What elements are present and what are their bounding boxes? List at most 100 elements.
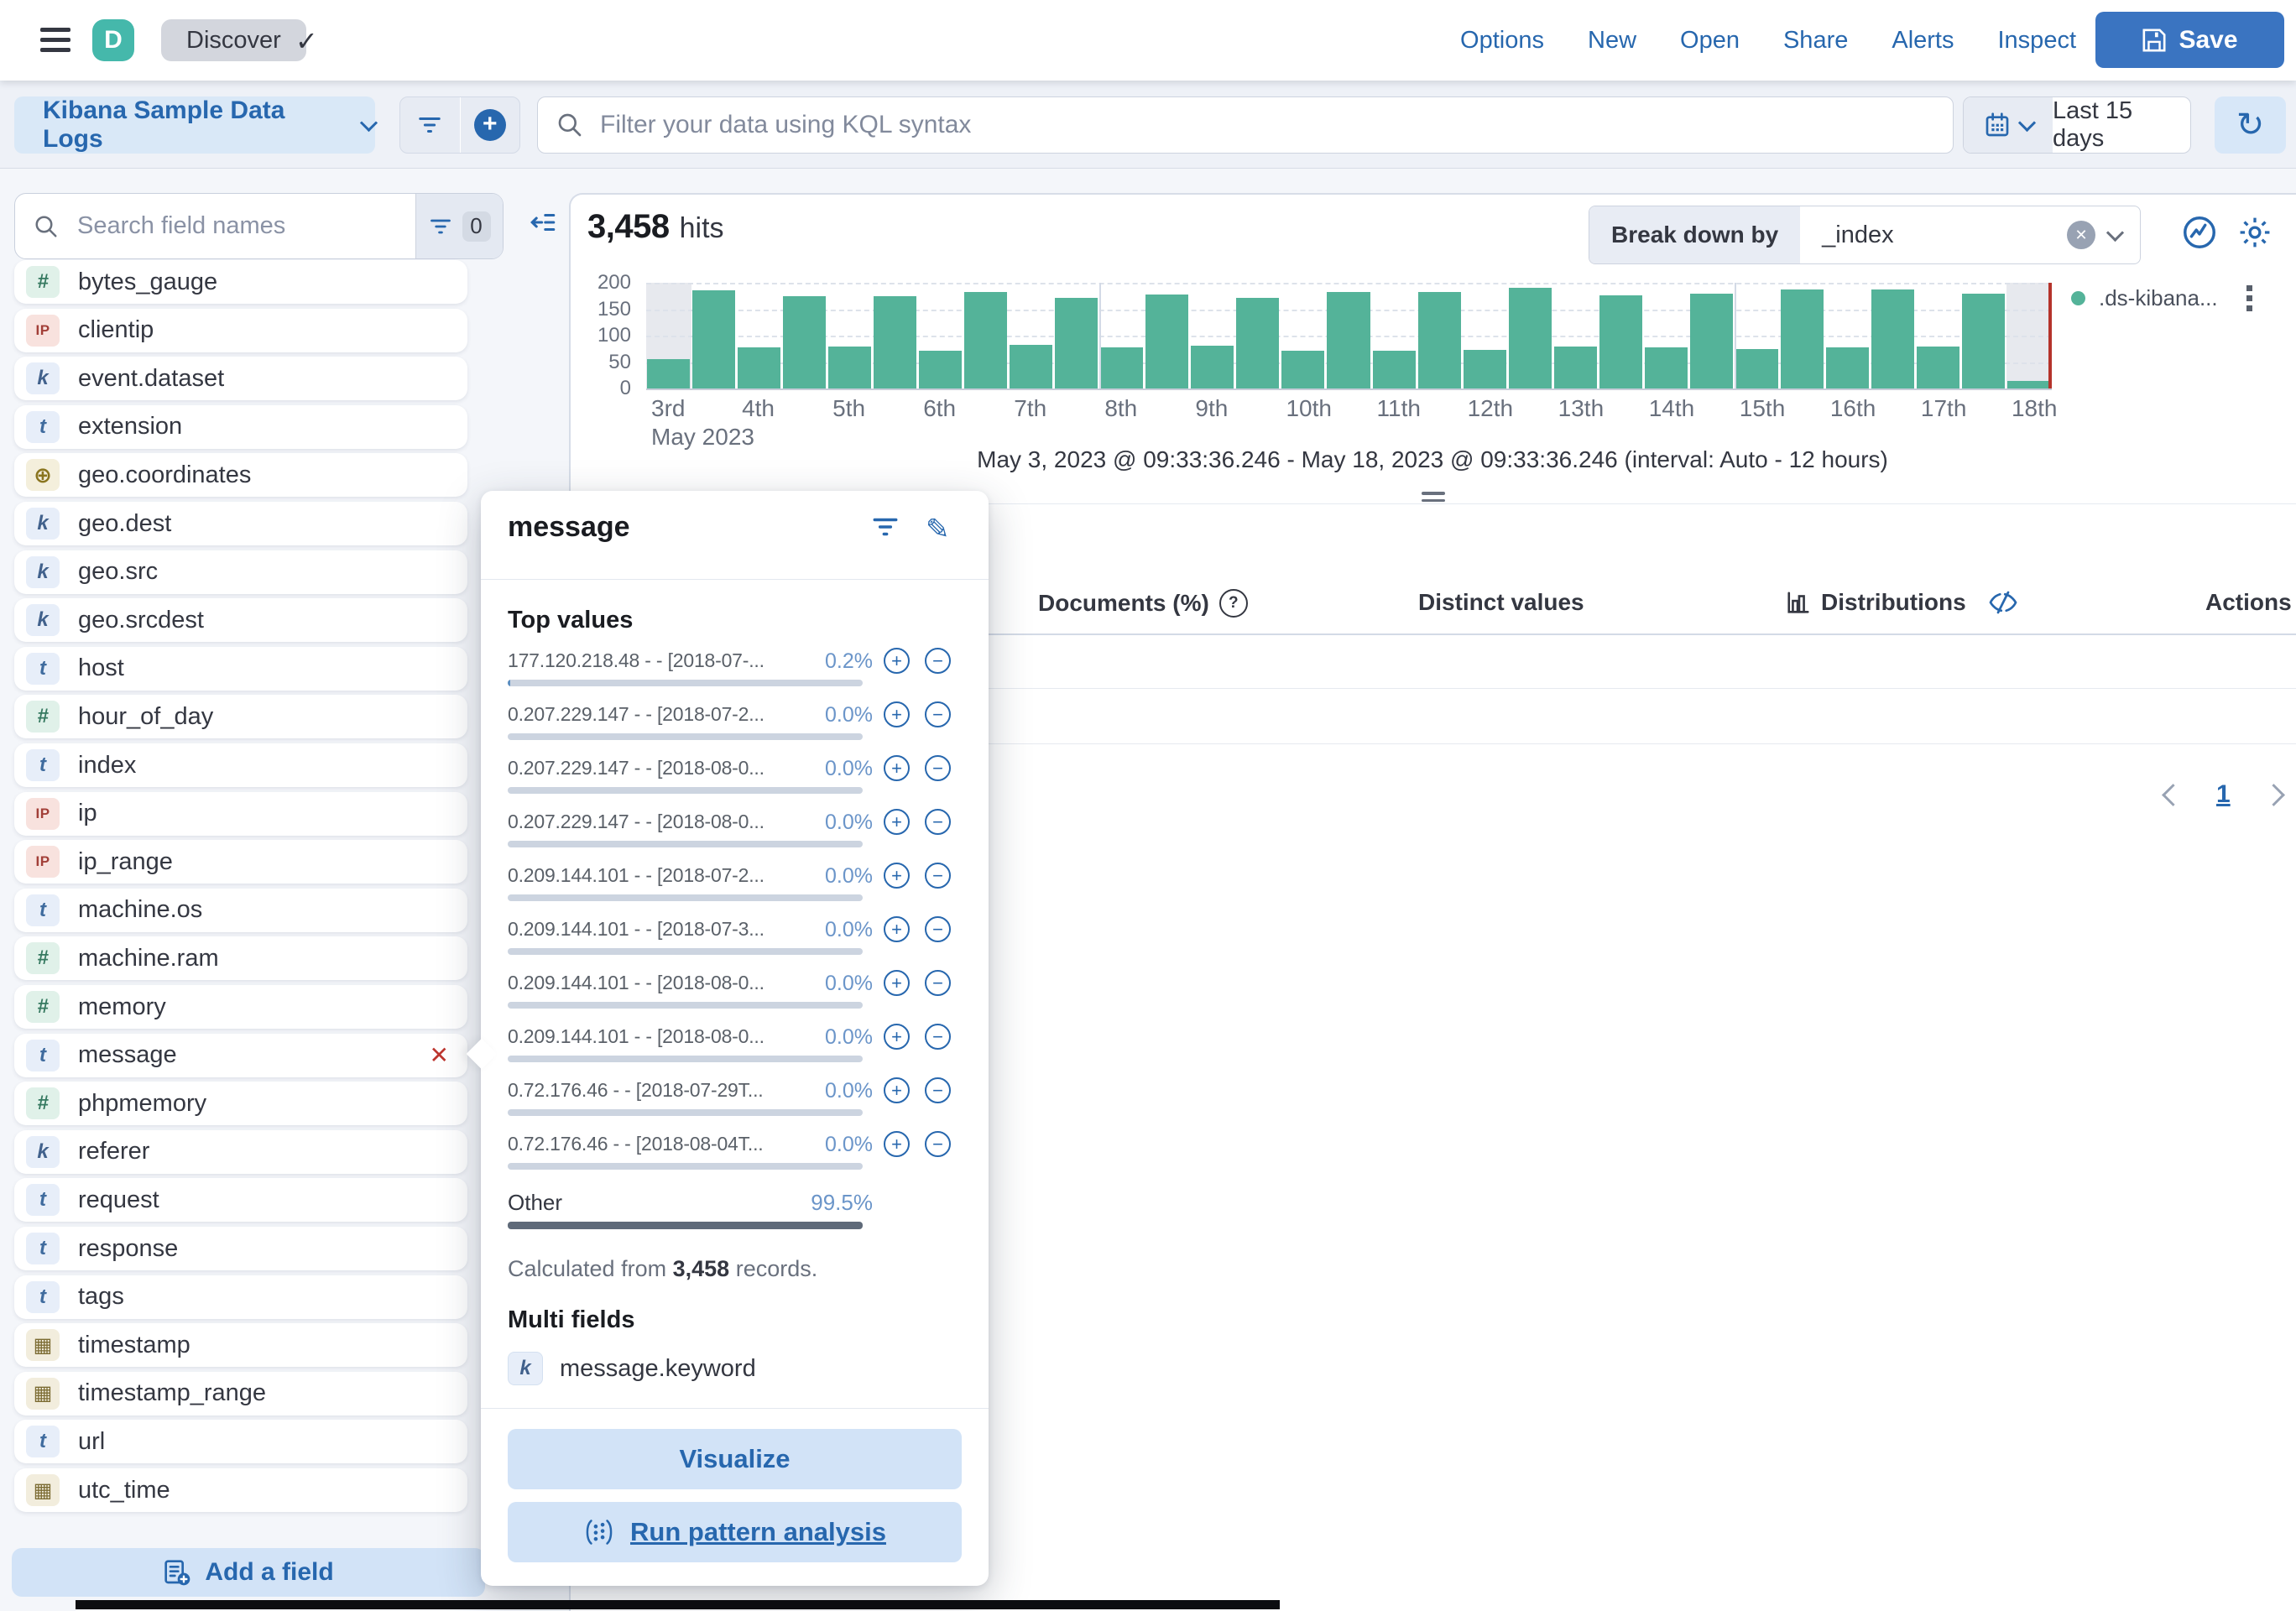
menu-icon[interactable]: [40, 28, 70, 53]
field-search-input[interactable]: [76, 211, 331, 241]
add-filter-button[interactable]: +: [461, 97, 520, 153]
calendar-menu-button[interactable]: [1964, 97, 2053, 153]
kql-input[interactable]: [598, 110, 1953, 140]
histogram-bar[interactable]: [1100, 347, 1143, 388]
histogram-bar[interactable]: [1464, 350, 1506, 388]
histogram-bar[interactable]: [1781, 289, 1824, 388]
filter-out-value-button[interactable]: −: [925, 1131, 951, 1157]
field-item[interactable]: IP ip_range ✕: [14, 840, 467, 884]
filter-for-value-button[interactable]: +: [884, 1131, 910, 1157]
histogram-bar[interactable]: [919, 351, 962, 388]
histogram-bar[interactable]: [1645, 347, 1688, 388]
filter-out-value-button[interactable]: −: [925, 648, 951, 674]
histogram-bar[interactable]: [828, 347, 871, 388]
time-range-value[interactable]: Last 15 days: [2053, 97, 2190, 153]
edit-field-icon[interactable]: ✎: [926, 513, 950, 546]
filter-for-value-button[interactable]: +: [884, 809, 910, 835]
histogram-bar[interactable]: [1418, 292, 1461, 388]
field-item[interactable]: t tags ✕: [14, 1275, 467, 1319]
field-item[interactable]: IP ip ✕: [14, 792, 467, 836]
field-filter-button[interactable]: 0: [415, 194, 503, 258]
edit-visualization-button[interactable]: [2179, 211, 2220, 253]
histogram-bar[interactable]: [1373, 351, 1416, 388]
field-item[interactable]: t extension ✕: [14, 405, 467, 449]
options-button[interactable]: Options: [1460, 27, 1544, 55]
filter-for-value-button[interactable]: +: [884, 755, 910, 781]
refresh-button[interactable]: ↻: [2215, 96, 2286, 154]
space-avatar[interactable]: D: [92, 19, 134, 61]
field-item[interactable]: # machine.ram ✕: [14, 936, 467, 980]
histogram-bar[interactable]: [1236, 298, 1279, 388]
histogram-bar[interactable]: [1871, 289, 1914, 388]
histogram-bar[interactable]: [1509, 288, 1552, 388]
histogram-bar[interactable]: [692, 290, 735, 388]
field-item[interactable]: ⊕ geo.coordinates ✕: [14, 453, 467, 497]
chart-resize-handle[interactable]: [1422, 492, 1445, 506]
breadcrumb[interactable]: Discover: [161, 19, 306, 61]
alerts-button[interactable]: Alerts: [1892, 27, 1954, 55]
field-item[interactable]: ▦ timestamp ✕: [14, 1323, 467, 1367]
filter-out-value-button[interactable]: −: [925, 916, 951, 942]
run-pattern-analysis-button[interactable]: Run pattern analysis: [508, 1502, 962, 1562]
histogram-bar[interactable]: [874, 296, 916, 388]
breakdown-select[interactable]: Break down by _index ✕: [1589, 206, 2141, 264]
field-item[interactable]: t host ✕: [14, 647, 467, 691]
chart-settings-button[interactable]: [2234, 211, 2276, 253]
share-button[interactable]: Share: [1783, 27, 1848, 55]
filter-for-value-button[interactable]: +: [884, 863, 910, 889]
field-item[interactable]: IP clientip ✕: [14, 309, 467, 352]
field-item[interactable]: # memory ✕: [14, 985, 467, 1029]
histogram-bar[interactable]: [1145, 295, 1188, 388]
field-item[interactable]: t index ✕: [14, 743, 467, 787]
field-item[interactable]: k geo.dest ✕: [14, 502, 467, 545]
histogram-bar[interactable]: [783, 296, 826, 388]
save-button[interactable]: Save: [2095, 12, 2284, 68]
filter-out-value-button[interactable]: −: [925, 755, 951, 781]
filter-for-value-button[interactable]: +: [884, 970, 910, 996]
open-button[interactable]: Open: [1680, 27, 1740, 55]
field-item[interactable]: k geo.src ✕: [14, 550, 467, 594]
legend-actions-icon[interactable]: [2246, 285, 2252, 311]
inspect-button[interactable]: Inspect: [1998, 27, 2077, 55]
field-item[interactable]: ▦ utc_time ✕: [14, 1468, 467, 1512]
histogram-bar[interactable]: [1917, 347, 1959, 388]
data-view-picker[interactable]: Kibana Sample Data Logs: [14, 96, 375, 154]
histogram-bar[interactable]: [1554, 347, 1597, 388]
histogram-bar[interactable]: [1690, 294, 1733, 388]
field-item[interactable]: # bytes_gauge ✕: [14, 260, 467, 304]
kql-search-box[interactable]: [537, 96, 1954, 154]
add-field-button[interactable]: Add a field: [12, 1548, 485, 1597]
histogram-bar[interactable]: [1055, 298, 1098, 388]
histogram-bar[interactable]: [1962, 294, 2005, 388]
documents-column-header[interactable]: Documents (%): [1038, 590, 1209, 617]
filter-for-value-button[interactable]: +: [884, 916, 910, 942]
field-item[interactable]: t message ✕: [14, 1034, 467, 1077]
filter-for-value-button[interactable]: +: [884, 1077, 910, 1103]
next-page-icon[interactable]: [2262, 784, 2285, 806]
histogram-bar[interactable]: [738, 347, 780, 388]
filter-out-value-button[interactable]: −: [925, 863, 951, 889]
filter-out-value-button[interactable]: −: [925, 1077, 951, 1103]
histogram-bar[interactable]: [1735, 349, 1778, 388]
histogram-bar[interactable]: [964, 292, 1007, 388]
filter-out-value-button[interactable]: −: [925, 970, 951, 996]
field-item[interactable]: t machine.os ✕: [14, 889, 467, 932]
new-button[interactable]: New: [1588, 27, 1636, 55]
filter-out-value-button[interactable]: −: [925, 809, 951, 835]
filter-out-value-button[interactable]: −: [925, 1024, 951, 1050]
field-item[interactable]: t request ✕: [14, 1178, 467, 1222]
clear-breakdown-icon[interactable]: ✕: [2067, 221, 2095, 249]
field-search-box[interactable]: 0: [14, 193, 504, 259]
previous-page-icon[interactable]: [2162, 784, 2184, 806]
histogram-bar[interactable]: [1010, 345, 1052, 388]
distinct-values-column-header[interactable]: Distinct values: [1418, 589, 1584, 616]
histogram-bar[interactable]: [1826, 347, 1869, 388]
visualize-button[interactable]: Visualize: [508, 1429, 962, 1489]
field-item[interactable]: # hour_of_day ✕: [14, 695, 467, 738]
histogram-bar[interactable]: [1281, 351, 1324, 388]
filter-out-value-button[interactable]: −: [925, 701, 951, 727]
histogram-bar[interactable]: [2007, 381, 2050, 388]
histogram-bar[interactable]: [1327, 292, 1370, 388]
field-item[interactable]: ▦ timestamp_range ✕: [14, 1372, 467, 1415]
chart-legend[interactable]: .ds-kibana...: [2071, 285, 2252, 311]
